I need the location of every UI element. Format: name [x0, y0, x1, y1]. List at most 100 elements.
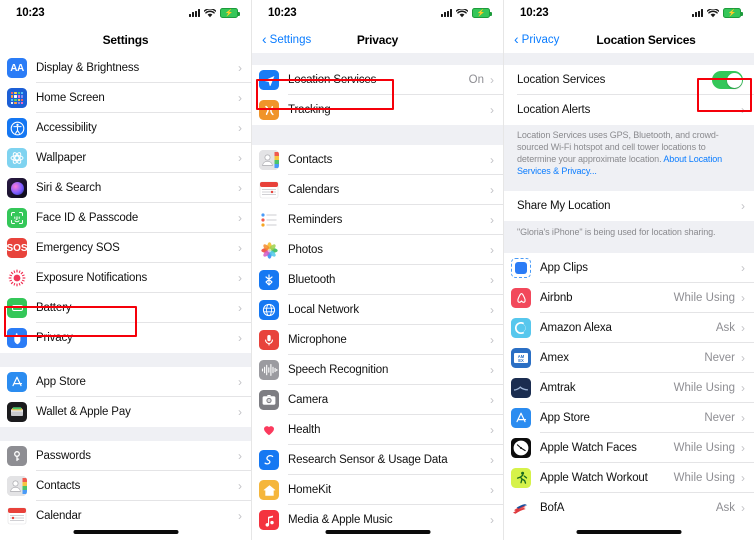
list-item-amex[interactable]: AM EX Amex Never ›: [504, 343, 754, 373]
sidebar-item-wallpaper[interactable]: Wallpaper ›: [0, 143, 251, 173]
row-label: App Clips: [540, 262, 588, 274]
chevron-right-icon: ›: [741, 381, 745, 395]
contacts-icon: [7, 476, 27, 496]
list-item-tracking[interactable]: Tracking ›: [252, 95, 503, 125]
row-label: Emergency SOS: [36, 242, 120, 254]
row-label: Display & Brightness: [36, 62, 140, 74]
list-item-location-services[interactable]: Location Services On ›: [252, 65, 503, 95]
sidebar-item-app-store[interactable]: App Store ›: [0, 367, 251, 397]
list-item-app-store[interactable]: App Store Never ›: [504, 403, 754, 433]
list-item-calendars[interactable]: Calendars ›: [252, 175, 503, 205]
list-item-app-clips[interactable]: App Clips ›: [504, 253, 754, 283]
sidebar-item-home-screen[interactable]: Home Screen ›: [0, 83, 251, 113]
chevron-right-icon: ›: [238, 479, 242, 493]
siri-search-icon: [7, 178, 27, 198]
sidebar-item-exposure-notifications[interactable]: Exposure Notifications ›: [0, 263, 251, 293]
row-label: Wallet & Apple Pay: [36, 406, 131, 418]
chevron-right-icon: ›: [238, 449, 242, 463]
status-bar: 10:23 ⚡: [252, 0, 503, 26]
exposure-notifications-icon: [7, 268, 27, 288]
home-screen-icon: [7, 88, 27, 108]
list-item-airbnb[interactable]: Airbnb While Using ›: [504, 283, 754, 313]
chevron-right-icon: ›: [238, 405, 242, 419]
list-item-photos[interactable]: Photos ›: [252, 235, 503, 265]
sidebar-item-passwords[interactable]: Passwords ›: [0, 441, 251, 471]
chevron-right-icon: ›: [490, 213, 494, 227]
share-location-footer: "Gloria's iPhone" is being used for loca…: [504, 221, 754, 245]
chevron-right-icon: ›: [741, 471, 745, 485]
sidebar-item-siri-search[interactable]: Siri & Search ›: [0, 173, 251, 203]
contacts-icon: [259, 150, 279, 170]
back-button-settings[interactable]: ‹ Settings: [262, 32, 311, 46]
list-item-microphone[interactable]: Microphone ›: [252, 325, 503, 355]
list-item-research-sensor-usage-data[interactable]: Research Sensor & Usage Data ›: [252, 445, 503, 475]
chevron-right-icon: ›: [741, 321, 745, 335]
research-sensor-icon: [259, 450, 279, 470]
list-item-location-services-toggle[interactable]: Location Services: [504, 65, 754, 95]
svg-text:EX: EX: [518, 358, 524, 363]
sidebar-item-face-id-passcode[interactable]: Face ID & Passcode ›: [0, 203, 251, 233]
nav-bar-settings: Settings: [0, 26, 251, 53]
local-network-icon: [259, 300, 279, 320]
home-indicator: [576, 530, 682, 534]
battery-charging-icon: ⚡: [220, 8, 240, 18]
sidebar-item-emergency-sos[interactable]: SOS Emergency SOS ›: [0, 233, 251, 263]
row-label: Siri & Search: [36, 182, 102, 194]
sidebar-item-display-brightness[interactable]: AA Display & Brightness ›: [0, 53, 251, 83]
sidebar-item-contacts[interactable]: Contacts ›: [0, 471, 251, 501]
home-indicator: [325, 530, 430, 534]
section-divider: [504, 245, 754, 253]
section-divider: [0, 353, 251, 367]
row-label: Photos: [288, 244, 323, 256]
sidebar-item-privacy[interactable]: Privacy ›: [0, 323, 251, 353]
row-label: Accessibility: [36, 122, 97, 134]
list-item-local-network[interactable]: Local Network ›: [252, 295, 503, 325]
status-bar-indicators: ⚡: [692, 8, 743, 18]
location-services-toggle[interactable]: [712, 71, 743, 89]
list-item-homekit[interactable]: HomeKit ›: [252, 475, 503, 505]
list-item-bofa[interactable]: BofA Ask ›: [504, 493, 754, 523]
back-button-privacy[interactable]: ‹ Privacy: [514, 31, 559, 47]
list-item-bluetooth[interactable]: Bluetooth ›: [252, 265, 503, 295]
list-item-amazon-alexa[interactable]: Amazon Alexa Ask ›: [504, 313, 754, 343]
passwords-icon: [7, 446, 27, 466]
row-label: Passwords: [36, 450, 91, 462]
cellular-signal-icon: [189, 9, 200, 17]
list-item-reminders[interactable]: Reminders ›: [252, 205, 503, 235]
row-label: Location Services: [517, 74, 606, 86]
amtrak-icon: [511, 378, 531, 398]
list-item-speech-recognition[interactable]: Speech Recognition ›: [252, 355, 503, 385]
chevron-left-icon: ‹: [514, 31, 519, 47]
cellular-signal-icon: [441, 9, 452, 17]
row-value: Ask: [715, 502, 735, 514]
wifi-icon: [707, 8, 719, 18]
location-services-footer: Location Services uses GPS, Bluetooth, a…: [504, 125, 754, 183]
display-brightness-icon: AA: [7, 58, 27, 78]
reminders-icon: [259, 210, 279, 230]
list-item-location-alerts[interactable]: Location Alerts ›: [504, 95, 754, 125]
list-item-share-my-location[interactable]: Share My Location ›: [504, 191, 754, 221]
status-bar-indicators: ⚡: [441, 8, 492, 18]
sidebar-item-calendar[interactable]: Calendar ›: [0, 501, 251, 531]
sidebar-item-accessibility[interactable]: Accessibility ›: [0, 113, 251, 143]
chevron-right-icon: ›: [741, 103, 745, 117]
apple-watch-workout-icon: [511, 468, 531, 488]
chevron-right-icon: ›: [490, 273, 494, 287]
nav-bar-privacy: ‹ Settings Privacy: [252, 26, 503, 53]
sidebar-item-wallet-apple-pay[interactable]: Wallet & Apple Pay ›: [0, 397, 251, 427]
airbnb-icon: [511, 288, 531, 308]
calendars-icon: [259, 180, 279, 200]
media-apple-music-icon: [259, 510, 279, 530]
list-item-apple-watch-workout[interactable]: Apple Watch Workout While Using ›: [504, 463, 754, 493]
chevron-right-icon: ›: [238, 211, 242, 225]
chevron-right-icon: ›: [238, 375, 242, 389]
wallet-apple-pay-icon: [7, 402, 27, 422]
list-item-health[interactable]: Health ›: [252, 415, 503, 445]
list-item-contacts[interactable]: Contacts ›: [252, 145, 503, 175]
list-item-camera[interactable]: Camera ›: [252, 385, 503, 415]
sidebar-item-battery[interactable]: Battery ›: [0, 293, 251, 323]
row-label: Calendars: [288, 184, 340, 196]
apple-watch-faces-icon: [511, 438, 531, 458]
list-item-amtrak[interactable]: Amtrak While Using ›: [504, 373, 754, 403]
list-item-apple-watch-faces[interactable]: Apple Watch Faces While Using ›: [504, 433, 754, 463]
